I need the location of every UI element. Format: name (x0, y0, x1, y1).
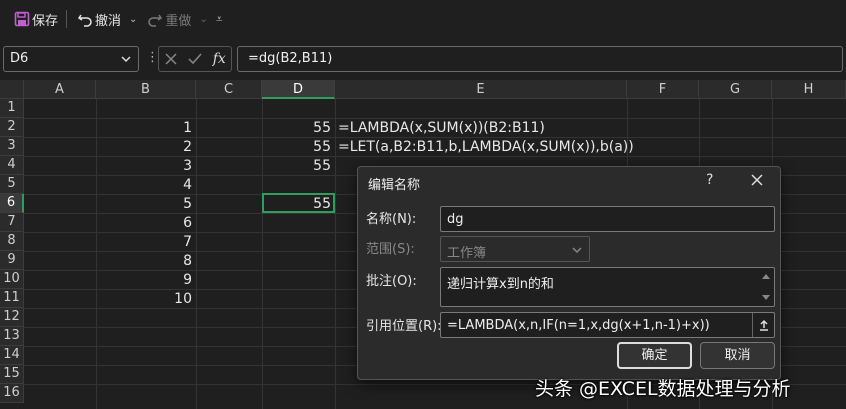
cancel-icon[interactable] (164, 52, 178, 66)
customize-toolbar-icon[interactable]: ⩡ (216, 12, 223, 27)
check-icon[interactable] (188, 52, 202, 66)
column-header-a[interactable]: A (24, 80, 96, 99)
ok-button[interactable]: 确定 (617, 342, 692, 369)
redo-dropdown-icon[interactable]: ⌄ (199, 14, 207, 25)
column-header-b[interactable]: B (96, 80, 196, 99)
row-header[interactable]: 1 (0, 99, 24, 118)
column-header-d[interactable]: D (262, 80, 335, 99)
row-header[interactable]: 12 (0, 308, 24, 327)
row-header[interactable]: 14 (0, 346, 24, 365)
refers-to-value: =LAMBDA(x,n,IF(n=1,x,dg(x+1,n-1)+x)) (447, 318, 710, 333)
row-header[interactable]: 5 (0, 175, 24, 194)
cell-b4[interactable]: 3 (96, 157, 196, 176)
toolbar-divider (66, 10, 68, 28)
scrollbar[interactable] (760, 270, 772, 304)
row-header[interactable]: 11 (0, 289, 24, 308)
name-label: 名称(N): (366, 212, 417, 227)
column-header-e[interactable]: E (335, 80, 627, 99)
cell-b8[interactable]: 7 (96, 233, 196, 252)
watermark: 头条 @EXCEL数据处理与分析 (535, 378, 791, 400)
collapse-dialog-button[interactable] (752, 313, 774, 337)
row-header[interactable]: 7 (0, 213, 24, 232)
row-header[interactable]: 8 (0, 232, 24, 251)
cell-b3[interactable]: 2 (96, 138, 196, 157)
cell-e3[interactable]: =LET(a,B2:B11,b,LAMBDA(x,SUM(x)),b(a)) (338, 138, 638, 157)
save-button[interactable]: 保存 (8, 6, 62, 32)
formula-actions: fx (158, 46, 232, 72)
cell-b5[interactable]: 4 (96, 176, 196, 195)
undo-dropdown-icon[interactable]: ⌄ (129, 14, 137, 25)
formula-input[interactable]: =dg(B2,B11) (237, 46, 843, 72)
column-header-h[interactable]: H (772, 80, 846, 99)
cell-b9[interactable]: 8 (96, 252, 196, 271)
undo-button[interactable]: 撤消 (71, 6, 125, 32)
name-box-value: D6 (10, 51, 29, 66)
row-header[interactable]: 10 (0, 270, 24, 289)
active-cell-selection (262, 193, 335, 213)
name-field[interactable]: dg (440, 206, 775, 232)
refers-to-field[interactable]: =LAMBDA(x,n,IF(n=1,x,dg(x+1,n-1)+x)) (440, 312, 775, 338)
cell-b2[interactable]: 1 (96, 119, 196, 138)
select-all-corner[interactable] (0, 80, 24, 99)
scope-label: 范围(S): (366, 242, 415, 257)
upload-arrow-icon (759, 319, 768, 331)
floppy-disk-icon (12, 9, 32, 29)
row-header-selected[interactable]: 6 (0, 194, 24, 213)
column-header-f[interactable]: F (627, 80, 699, 99)
undo-arrow-icon (75, 9, 95, 29)
cancel-button[interactable]: 取消 (700, 342, 775, 369)
cell-b6[interactable]: 5 (96, 195, 196, 214)
chevron-down-icon (121, 56, 131, 63)
row-header[interactable]: 9 (0, 251, 24, 270)
comment-label: 批注(O): (366, 274, 417, 289)
cell-e2[interactable]: =LAMBDA(x,SUM(x))(B2:B11) (338, 119, 638, 138)
quick-access-toolbar: 保存 撤消 ⌄ 重做 ⌄ ⩡ (0, 0, 846, 38)
edit-name-dialog: 编辑名称 ? 名称(N): dg 范围(S): 工作簿 批注(O): 递归计算x… (357, 166, 781, 380)
column-header-c[interactable]: C (196, 80, 262, 99)
more-options-icon[interactable]: ⋮ (146, 51, 159, 66)
cell-d2[interactable]: 55 (262, 119, 335, 138)
formula-bar: D6 ⋮ fx =dg(B2,B11) (0, 42, 846, 76)
undo-label: 撤消 (95, 13, 122, 29)
redo-button[interactable]: 重做 (141, 6, 195, 32)
row-header[interactable]: 4 (0, 156, 24, 175)
row-header[interactable]: 2 (0, 118, 24, 137)
comment-field[interactable]: 递归计算x到n的和 (440, 267, 775, 307)
comment-value: 递归计算x到n的和 (447, 277, 554, 292)
cell-d4[interactable]: 55 (262, 157, 335, 176)
cell-b11[interactable]: 10 (96, 290, 196, 309)
row-header[interactable]: 16 (0, 384, 24, 403)
scope-select[interactable]: 工作簿 (440, 236, 590, 262)
refers-to-label: 引用位置(R): (366, 319, 442, 334)
scope-value: 工作簿 (447, 246, 487, 261)
gridline (335, 99, 336, 409)
chevron-down-icon (572, 247, 582, 254)
row-header[interactable]: 13 (0, 327, 24, 346)
row-header[interactable]: 15 (0, 365, 24, 384)
column-header-g[interactable]: G (699, 80, 772, 99)
cell-b7[interactable]: 6 (96, 214, 196, 233)
dialog-title: 编辑名称 (368, 178, 421, 193)
cell-d3[interactable]: 55 (262, 138, 335, 157)
insert-function-icon[interactable]: fx (213, 51, 226, 67)
help-button[interactable]: ? (706, 172, 713, 188)
cell-b10[interactable]: 9 (96, 271, 196, 290)
name-box[interactable]: D6 (3, 46, 139, 72)
gridline (196, 99, 197, 409)
save-label: 保存 (32, 13, 59, 29)
redo-arrow-icon (145, 9, 165, 29)
row-header[interactable]: 3 (0, 137, 24, 156)
redo-label: 重做 (165, 13, 192, 29)
close-icon[interactable] (748, 171, 766, 189)
